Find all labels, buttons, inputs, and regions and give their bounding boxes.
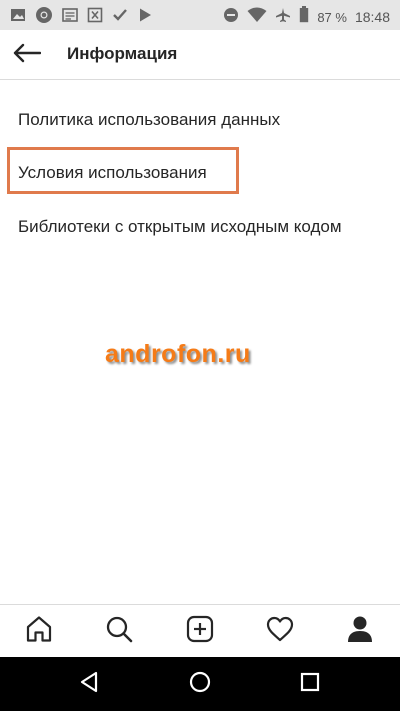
nav-profile-button[interactable] (344, 615, 376, 647)
nav-activity-button[interactable] (264, 615, 296, 647)
system-home-button[interactable] (187, 671, 213, 697)
nav-home-button[interactable] (23, 615, 55, 647)
system-indicators: 87 % 18:48 (223, 6, 390, 28)
clock: 18:48 (354, 9, 390, 25)
system-nav-bar (0, 657, 400, 711)
status-bar: 87 % 18:48 (0, 0, 400, 30)
page-title: Информация (67, 44, 178, 63)
battery-icon (299, 6, 309, 28)
back-triangle-icon (79, 671, 101, 698)
image-icon (10, 7, 26, 23)
menu-item-data-policy[interactable]: Политика использования данных (18, 110, 280, 130)
profile-icon (346, 615, 374, 648)
header: Информация (0, 30, 400, 80)
recents-square-icon (300, 672, 320, 697)
search-icon (105, 615, 133, 648)
nav-add-post-button[interactable] (184, 615, 216, 647)
do-not-disturb-icon (223, 7, 239, 28)
play-store-icon (137, 7, 153, 23)
excel-icon (87, 7, 103, 23)
add-post-icon (186, 615, 214, 648)
back-arrow-icon (13, 43, 42, 68)
system-back-button[interactable] (77, 671, 103, 697)
wifi-icon (247, 7, 267, 28)
notification-icons (10, 6, 153, 24)
system-recents-button[interactable] (297, 671, 323, 697)
watermark: androfon.ru (105, 340, 251, 368)
menu-item-terms-of-use[interactable]: Условия использования (18, 163, 207, 183)
bottom-nav (0, 604, 400, 658)
battery-percent: 87 % (317, 9, 347, 25)
home-icon (25, 615, 53, 648)
chrome-icon (35, 6, 53, 24)
home-circle-icon (189, 671, 211, 698)
check-app-icon (112, 7, 128, 23)
news-icon (62, 7, 78, 23)
menu-item-open-source-libraries[interactable]: Библиотеки с открытым исходным кодом (18, 217, 342, 237)
back-button[interactable] (12, 40, 42, 70)
airplane-icon (275, 7, 291, 28)
activity-heart-icon (266, 616, 294, 647)
nav-search-button[interactable] (103, 615, 135, 647)
